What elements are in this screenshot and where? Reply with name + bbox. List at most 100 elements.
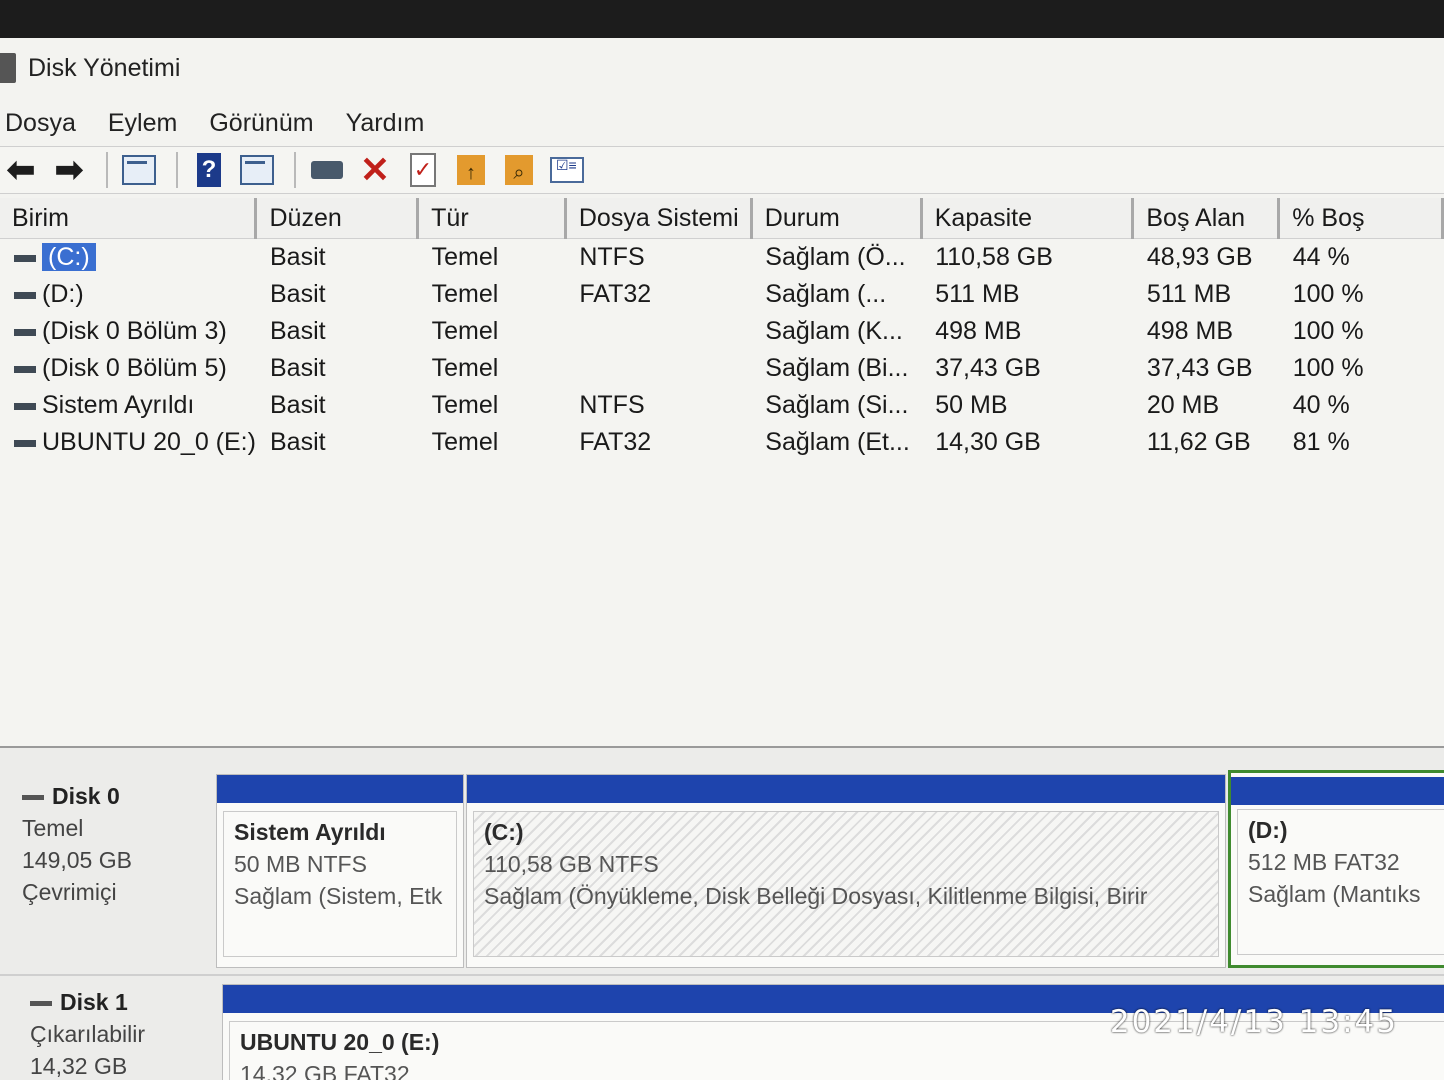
type-cell: Temel xyxy=(431,317,499,345)
table-row[interactable]: Sistem Ayrıldı Basit Temel NTFS Sağlam (… xyxy=(0,387,1443,424)
table-header-row: Birim Düzen Tür Dosya Sistemi Durum Kapa… xyxy=(0,198,1444,239)
console-tree-icon[interactable] xyxy=(118,150,160,190)
disk-1-size: 14,32 GB xyxy=(30,1053,128,1079)
filesystem-cell xyxy=(565,313,751,350)
folder-search-icon[interactable]: ⌕ xyxy=(498,150,540,190)
volume-icon xyxy=(14,365,36,373)
volume-icon xyxy=(14,291,36,299)
percent-free-cell: 100 % xyxy=(1292,280,1364,308)
layout-cell: Basit xyxy=(269,391,326,419)
disk-0-label[interactable]: Disk 0 Temel 149,05 GB Çevrimiçi xyxy=(22,780,132,908)
partition-name: (D:) xyxy=(1248,817,1288,843)
column-header-bos-alan[interactable]: Boş Alan xyxy=(1132,198,1281,239)
menu-yardim[interactable]: Yardım xyxy=(341,109,442,138)
status-cell: Sağlam (Ö... xyxy=(765,243,906,271)
type-cell: Temel xyxy=(431,280,499,308)
free-space-cell: 48,93 GB xyxy=(1146,243,1253,271)
type-cell: Temel xyxy=(431,428,499,456)
capacity-cell: 14,30 GB xyxy=(935,428,1041,456)
percent-free-cell: 40 % xyxy=(1292,391,1350,419)
partition-d[interactable]: (D:) 512 MB FAT32 Sağlam (Mantıks xyxy=(1228,770,1444,968)
column-header-tur[interactable]: Tür xyxy=(417,198,567,239)
free-space-cell: 498 MB xyxy=(1146,317,1234,345)
disk-0-status: Çevrimiçi xyxy=(22,879,117,905)
capacity-cell: 498 MB xyxy=(935,317,1022,345)
capacity-cell: 511 MB xyxy=(935,280,1020,308)
status-cell: Sağlam (Et... xyxy=(765,428,910,456)
partition-status: Sağlam (Mantıks xyxy=(1248,881,1421,907)
percent-free-cell: 100 % xyxy=(1292,354,1364,382)
toolbar: ⬅ ➡ ? ✕ ✓ ↑ ⌕ ☑≡ xyxy=(0,146,1444,194)
folder-up-icon[interactable]: ↑ xyxy=(450,150,492,190)
type-cell: Temel xyxy=(431,243,499,271)
table-row[interactable]: UBUNTU 20_0 (E:) Basit Temel FAT32 Sağla… xyxy=(0,424,1443,461)
filesystem-cell xyxy=(565,350,751,387)
free-space-cell: 11,62 GB xyxy=(1146,428,1251,456)
layout-cell: Basit xyxy=(269,354,326,382)
percent-free-cell: 100 % xyxy=(1292,317,1364,345)
disk-icon xyxy=(30,1001,52,1007)
free-space-cell: 511 MB xyxy=(1146,280,1232,308)
status-cell: Sağlam (Si... xyxy=(765,391,909,419)
partition-name: (C:) xyxy=(484,819,524,845)
filesystem-cell: FAT32 xyxy=(579,428,652,456)
partition-header-bar xyxy=(1231,777,1444,805)
disk-icon xyxy=(22,795,44,801)
volume-icon xyxy=(14,402,36,410)
menu-eylem[interactable]: Eylem xyxy=(103,109,194,138)
partition-system-reserved[interactable]: Sistem Ayrıldı 50 MB NTFS Sağlam (Sistem… xyxy=(216,774,464,968)
status-cell: Sağlam (... xyxy=(765,280,887,308)
layout-cell: Basit xyxy=(269,317,326,345)
back-arrow-icon[interactable]: ⬅ xyxy=(0,150,42,190)
disk-1-type: Çıkarılabilir xyxy=(30,1021,146,1047)
properties-view-icon[interactable] xyxy=(236,150,278,190)
column-header-kapasite[interactable]: Kapasite xyxy=(921,198,1135,239)
connect-disk-icon[interactable] xyxy=(306,150,348,190)
filesystem-cell: NTFS xyxy=(579,391,645,419)
table-row[interactable]: (Disk 0 Bölüm 3) Basit Temel Sağlam (K..… xyxy=(0,313,1443,350)
column-header-durum[interactable]: Durum xyxy=(751,198,923,239)
percent-free-cell: 81 % xyxy=(1292,428,1350,456)
volume-name: UBUNTU 20_0 (E:) xyxy=(42,428,256,456)
disk-0-size: 149,05 GB xyxy=(22,847,132,873)
toolbar-separator xyxy=(106,152,108,188)
partition-status: Sağlam (Sistem, Etk xyxy=(234,883,443,909)
capacity-cell: 37,43 GB xyxy=(935,354,1041,382)
partition-c[interactable]: (C:) 110,58 GB NTFS Sağlam (Önyükleme, D… xyxy=(466,774,1226,968)
free-space-cell: 37,43 GB xyxy=(1146,354,1253,382)
column-header-birim[interactable]: Birim xyxy=(0,198,258,239)
partition-header-bar xyxy=(467,775,1225,803)
volume-table: Birim Düzen Tür Dosya Sistemi Durum Kapa… xyxy=(0,198,1444,461)
table-row[interactable]: (Disk 0 Bölüm 5) Basit Temel Sağlam (Bi.… xyxy=(0,350,1443,387)
volume-name: (Disk 0 Bölüm 3) xyxy=(42,317,227,345)
title-bar: Disk Yönetimi xyxy=(0,38,1444,98)
layout-cell: Basit xyxy=(269,428,326,456)
status-cell: Sağlam (Bi... xyxy=(765,354,909,382)
capacity-cell: 50 MB xyxy=(935,391,1008,419)
type-cell: Temel xyxy=(431,354,499,382)
forward-arrow-icon[interactable]: ➡ xyxy=(48,150,90,190)
partition-size-fs: 110,58 GB NTFS xyxy=(484,851,659,877)
menu-dosya[interactable]: Dosya xyxy=(0,109,93,138)
column-header-duzen[interactable]: Düzen xyxy=(255,198,420,239)
delete-icon[interactable]: ✕ xyxy=(354,149,396,190)
partition-size-fs: 14,32 GB FAT32 xyxy=(240,1061,410,1080)
filesystem-cell: FAT32 xyxy=(579,280,652,308)
volume-icon xyxy=(14,328,36,336)
check-icon[interactable]: ✓ xyxy=(402,150,444,190)
menu-gorunum[interactable]: Görünüm xyxy=(204,109,330,138)
disk-1-label[interactable]: Disk 1 Çıkarılabilir 14,32 GB xyxy=(30,986,145,1080)
column-header-dosya-sistemi[interactable]: Dosya Sistemi xyxy=(565,198,753,239)
photo-timestamp: 2021/4/13 13:45 xyxy=(1109,1004,1398,1040)
disk-management-icon xyxy=(0,53,16,83)
list-properties-icon[interactable]: ☑≡ xyxy=(546,150,588,190)
help-icon[interactable]: ? xyxy=(188,150,230,190)
disk-management-window: Disk Yönetimi Dosya Eylem Görünüm Yardım… xyxy=(0,38,1444,1080)
column-header-yuzde-bos[interactable]: % Boş xyxy=(1278,198,1444,239)
volume-icon xyxy=(14,439,36,447)
volume-icon xyxy=(14,254,36,262)
table-row[interactable]: (C:) Basit Temel NTFS Sağlam (Ö... 110,5… xyxy=(0,239,1443,277)
table-row[interactable]: (D:) Basit Temel FAT32 Sağlam (... 511 M… xyxy=(0,276,1443,313)
toolbar-separator xyxy=(294,152,296,188)
menu-bar: Dosya Eylem Görünüm Yardım xyxy=(0,102,451,144)
